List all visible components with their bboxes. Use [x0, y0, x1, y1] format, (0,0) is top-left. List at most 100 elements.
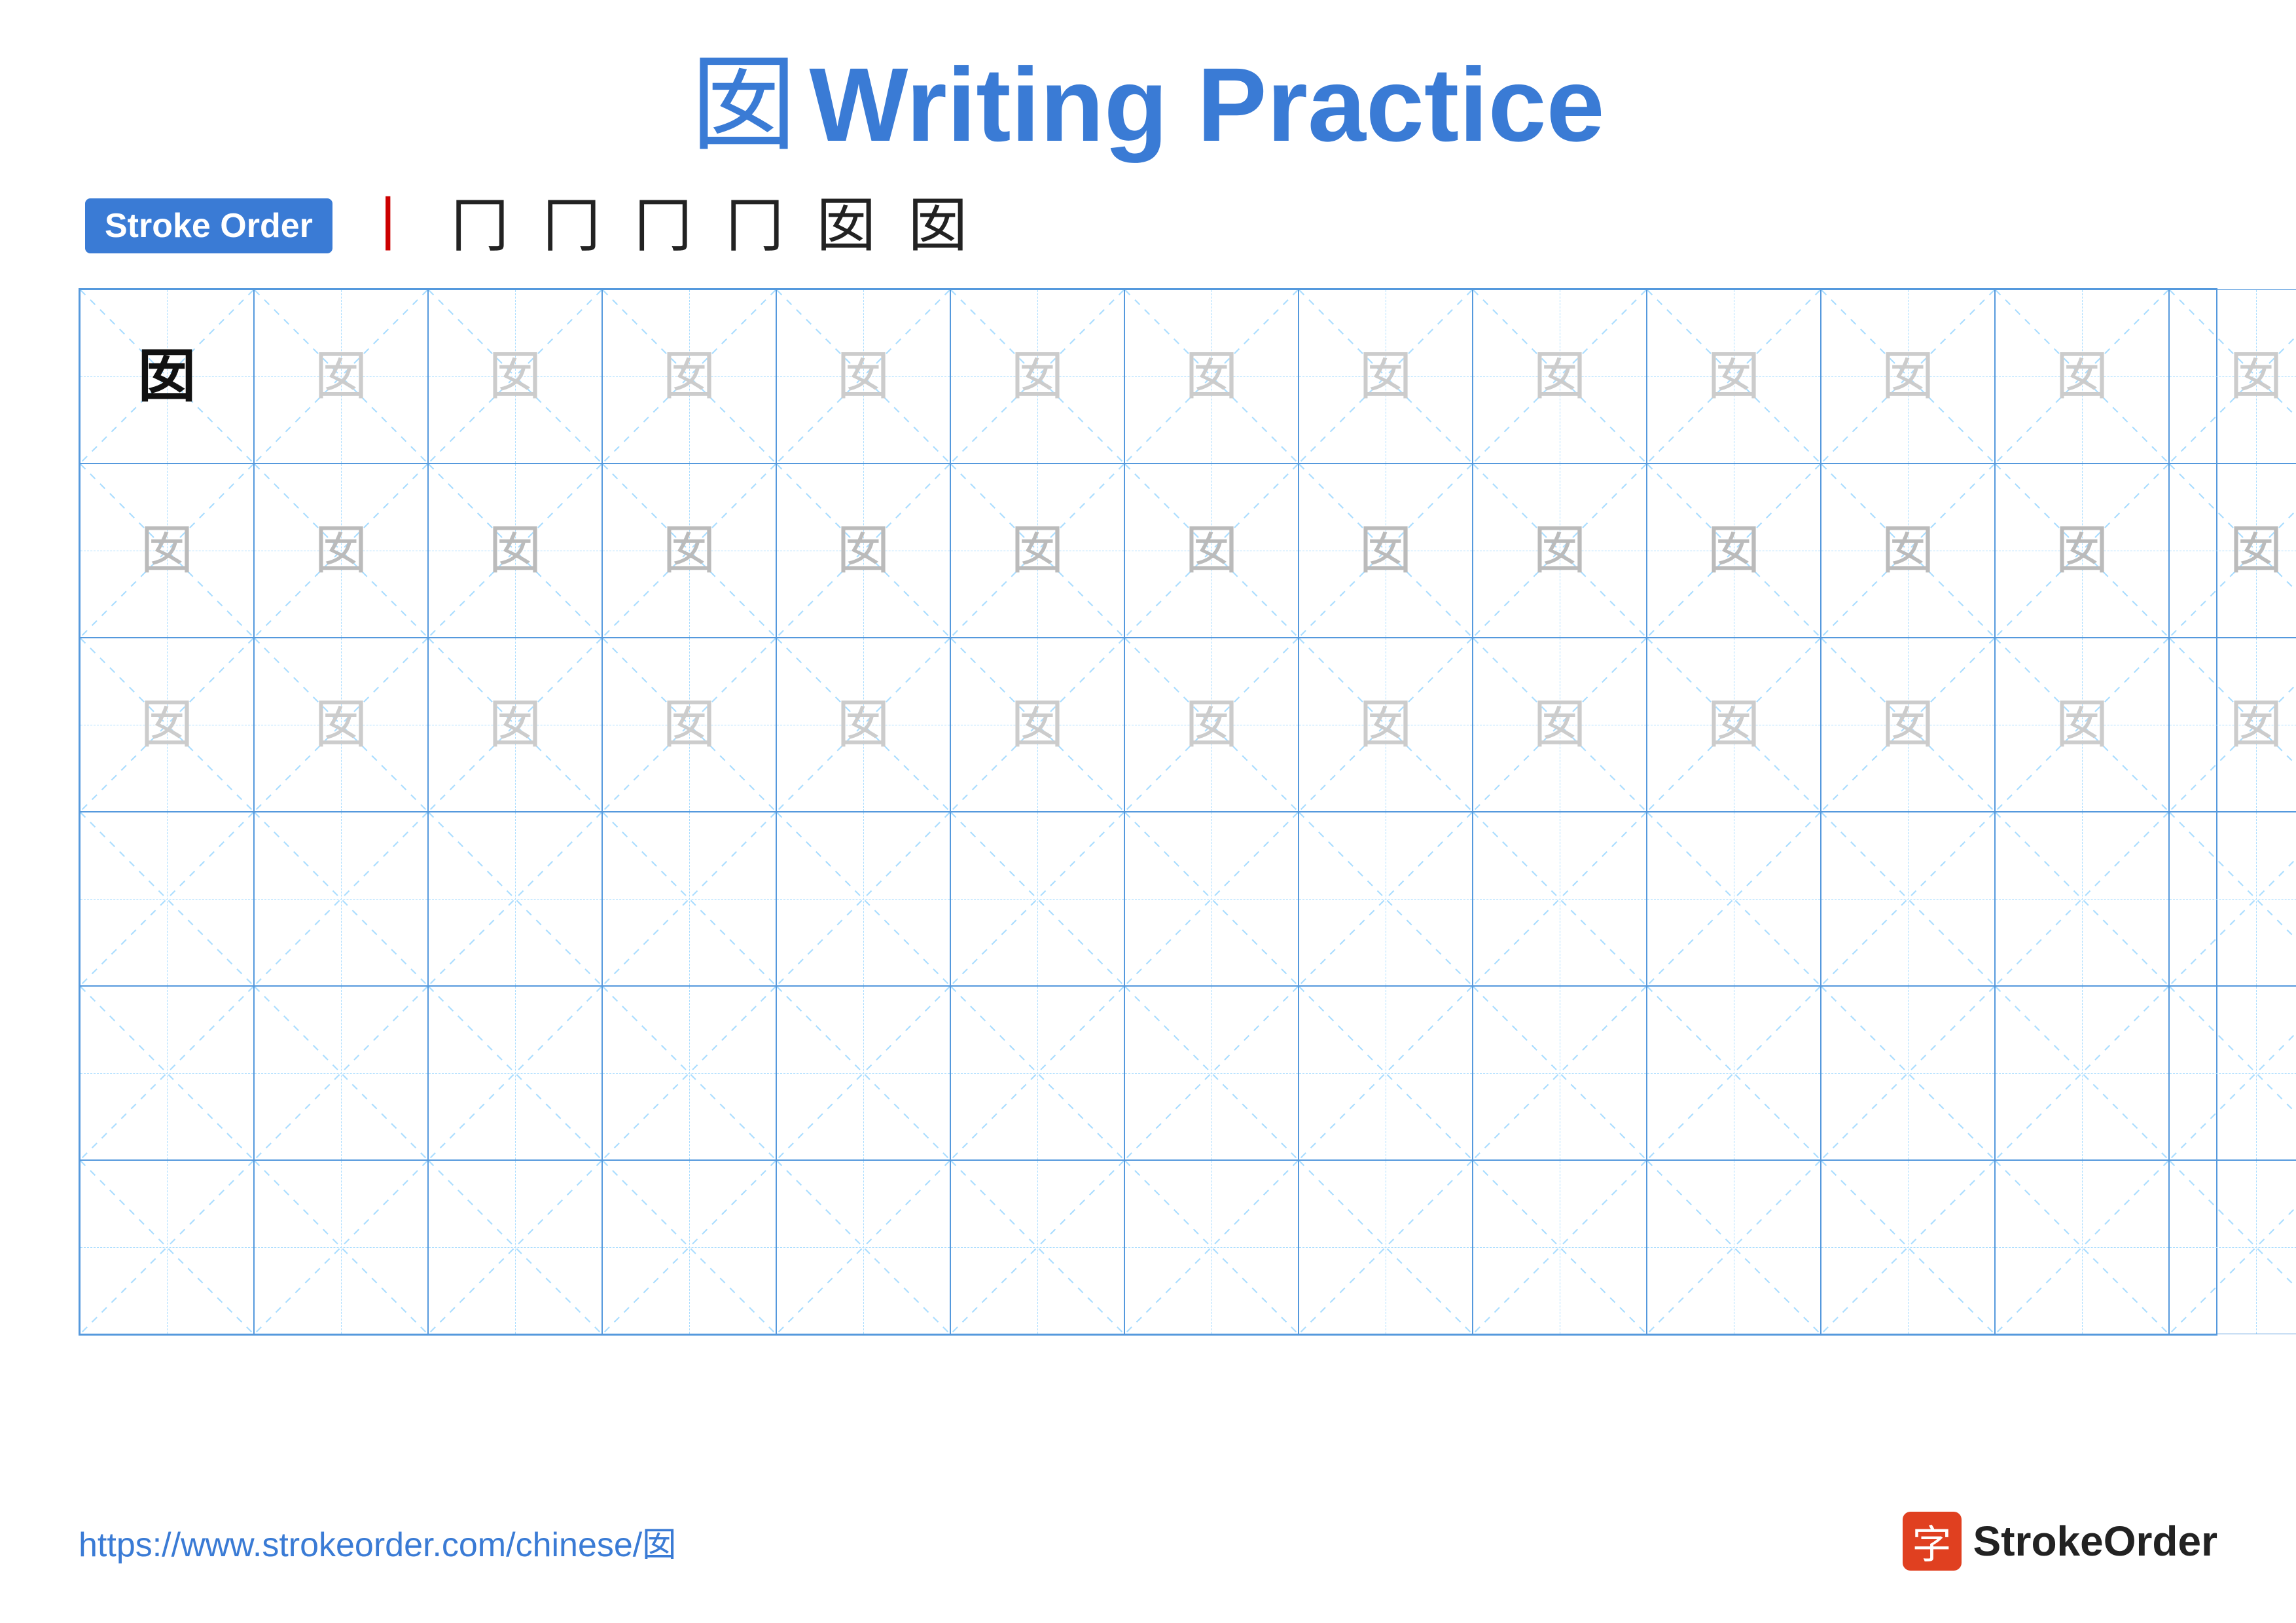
grid-cell-r6c11[interactable]	[1821, 1160, 1995, 1334]
grid-cell-r1c6[interactable]: 囡	[950, 289, 1124, 464]
grid-cell-r3c5[interactable]: 囡	[776, 638, 950, 812]
grid-cell-r1c5[interactable]: 囡	[776, 289, 950, 464]
grid-cell-r3c7[interactable]: 囡	[1124, 638, 1299, 812]
cell-char: 囡	[1185, 350, 1238, 403]
cell-char: 囡	[1011, 699, 1064, 751]
grid-cell-r3c13[interactable]: 囡	[2169, 638, 2296, 812]
cell-char: 囡	[1882, 699, 1934, 751]
grid-cell-r4c4[interactable]	[602, 812, 776, 986]
grid-cell-r3c3[interactable]: 囡	[428, 638, 602, 812]
grid-cell-r4c2[interactable]	[254, 812, 428, 986]
grid-cell-r4c10[interactable]	[1647, 812, 1821, 986]
cell-char: 囡	[489, 524, 541, 577]
stroke-step-4: 冂	[634, 196, 692, 255]
grid-cell-r1c8[interactable]: 囡	[1299, 289, 1473, 464]
grid-cell-r2c10[interactable]: 囡	[1647, 464, 1821, 638]
grid-cell-r2c12[interactable]: 囡	[1995, 464, 2169, 638]
stroke-step-2: 冂	[450, 196, 509, 255]
grid-cell-r5c10[interactable]	[1647, 986, 1821, 1160]
grid-cell-r3c10[interactable]: 囡	[1647, 638, 1821, 812]
grid-cell-r4c6[interactable]	[950, 812, 1124, 986]
grid-cell-r5c5[interactable]	[776, 986, 950, 1160]
grid-cell-r2c4[interactable]: 囡	[602, 464, 776, 638]
grid-cell-r5c7[interactable]	[1124, 986, 1299, 1160]
grid-cell-r2c6[interactable]: 囡	[950, 464, 1124, 638]
grid-cell-r6c9[interactable]	[1473, 1160, 1647, 1334]
grid-cell-r2c9[interactable]: 囡	[1473, 464, 1647, 638]
grid-cell-r1c10[interactable]: 囡	[1647, 289, 1821, 464]
grid-cell-r1c11[interactable]: 囡	[1821, 289, 1995, 464]
grid-cell-r4c3[interactable]	[428, 812, 602, 986]
cell-char: 囡	[1185, 699, 1238, 751]
grid-cell-r6c4[interactable]	[602, 1160, 776, 1334]
grid-cell-r5c13[interactable]	[2169, 986, 2296, 1160]
grid-cell-r3c4[interactable]: 囡	[602, 638, 776, 812]
grid-cell-r6c2[interactable]	[254, 1160, 428, 1334]
grid-cell-r1c9[interactable]: 囡	[1473, 289, 1647, 464]
grid-cell-r6c7[interactable]	[1124, 1160, 1299, 1334]
grid-cell-r4c1[interactable]	[80, 812, 254, 986]
grid-cell-r5c6[interactable]	[950, 986, 1124, 1160]
grid-cell-r3c8[interactable]: 囡	[1299, 638, 1473, 812]
grid-cell-r6c8[interactable]	[1299, 1160, 1473, 1334]
cell-char: 囡	[1011, 350, 1064, 403]
grid-cell-r1c3[interactable]: 囡	[428, 289, 602, 464]
grid-cell-r1c7[interactable]: 囡	[1124, 289, 1299, 464]
grid-cell-r6c3[interactable]	[428, 1160, 602, 1334]
grid-cell-r6c6[interactable]	[950, 1160, 1124, 1334]
grid-cell-r5c1[interactable]	[80, 986, 254, 1160]
cell-char: 囡	[1359, 699, 1412, 751]
grid-cell-r2c13[interactable]: 囡	[2169, 464, 2296, 638]
grid-cell-r5c9[interactable]	[1473, 986, 1647, 1160]
grid-cell-r4c12[interactable]	[1995, 812, 2169, 986]
grid-cell-r4c7[interactable]	[1124, 812, 1299, 986]
grid-cell-r3c1[interactable]: 囡	[80, 638, 254, 812]
grid-cell-r3c12[interactable]: 囡	[1995, 638, 2169, 812]
stroke-step-6: 囡	[817, 196, 876, 255]
header: 囡 Writing Practice	[79, 52, 2217, 157]
stroke-order-badge: Stroke Order	[85, 198, 332, 253]
grid-cell-r5c12[interactable]	[1995, 986, 2169, 1160]
cell-char: 囡	[489, 699, 541, 751]
grid-cell-r6c5[interactable]	[776, 1160, 950, 1334]
grid-cell-r4c11[interactable]	[1821, 812, 1995, 986]
grid-cell-r5c2[interactable]	[254, 986, 428, 1160]
footer: https://www.strokeorder.com/chinese/囡 字 …	[79, 1512, 2217, 1571]
grid-cell-r5c3[interactable]	[428, 986, 602, 1160]
grid-cell-r3c11[interactable]: 囡	[1821, 638, 1995, 812]
grid-cell-r3c9[interactable]: 囡	[1473, 638, 1647, 812]
grid-cell-r2c11[interactable]: 囡	[1821, 464, 1995, 638]
grid-cell-r6c13[interactable]	[2169, 1160, 2296, 1334]
grid-cell-r4c9[interactable]	[1473, 812, 1647, 986]
grid-cell-r2c1[interactable]: 囡	[80, 464, 254, 638]
page: 囡 Writing Practice Stroke Order 丨 冂 冂 冂 …	[0, 0, 2296, 1623]
grid-cell-r2c2[interactable]: 囡	[254, 464, 428, 638]
page-title: Writing Practice	[809, 52, 1604, 157]
cell-char: 囡	[141, 699, 193, 751]
grid-cell-r1c4[interactable]: 囡	[602, 289, 776, 464]
grid-cell-r1c12[interactable]: 囡	[1995, 289, 2169, 464]
grid-cell-r4c13[interactable]	[2169, 812, 2296, 986]
grid-cell-r4c8[interactable]	[1299, 812, 1473, 986]
grid-cell-r5c11[interactable]	[1821, 986, 1995, 1160]
grid-cell-r2c7[interactable]: 囡	[1124, 464, 1299, 638]
grid-cell-r2c5[interactable]: 囡	[776, 464, 950, 638]
cell-char: 囡	[489, 350, 541, 403]
grid-cell-r6c10[interactable]	[1647, 1160, 1821, 1334]
cell-char: 囡	[2230, 699, 2282, 751]
grid-cell-r1c1[interactable]: 囡	[80, 289, 254, 464]
cell-char: 囡	[315, 524, 367, 577]
cell-char: 囡	[837, 524, 889, 577]
grid-cell-r3c6[interactable]: 囡	[950, 638, 1124, 812]
grid-cell-r1c13[interactable]: 囡	[2169, 289, 2296, 464]
grid-cell-r4c5[interactable]	[776, 812, 950, 986]
footer-url[interactable]: https://www.strokeorder.com/chinese/囡	[79, 1517, 676, 1566]
grid-cell-r6c12[interactable]	[1995, 1160, 2169, 1334]
grid-cell-r2c8[interactable]: 囡	[1299, 464, 1473, 638]
grid-cell-r5c8[interactable]	[1299, 986, 1473, 1160]
grid-cell-r6c1[interactable]	[80, 1160, 254, 1334]
grid-cell-r1c2[interactable]: 囡	[254, 289, 428, 464]
grid-cell-r2c3[interactable]: 囡	[428, 464, 602, 638]
grid-cell-r5c4[interactable]	[602, 986, 776, 1160]
grid-cell-r3c2[interactable]: 囡	[254, 638, 428, 812]
